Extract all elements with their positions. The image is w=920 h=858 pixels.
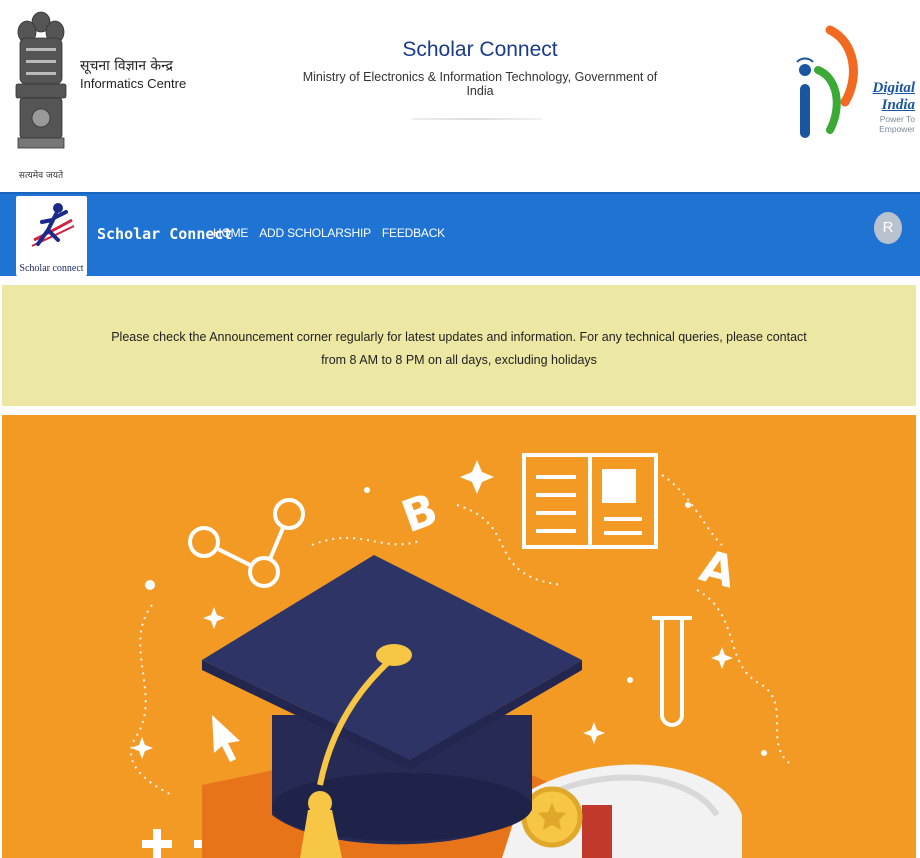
announcement-section: Please check the Announcement corner reg… xyxy=(0,276,920,411)
national-emblem: सत्यमेव जयते xyxy=(10,8,72,186)
divider xyxy=(412,118,542,120)
ministry-subtitle: Ministry of Electronics & Information Te… xyxy=(302,70,658,98)
hero-banner: B A xyxy=(2,415,916,858)
announcement-line-2: from 8 AM to 8 PM on all days, excluding… xyxy=(321,353,597,367)
user-avatar[interactable]: R xyxy=(874,212,902,244)
emblem-motto: सत्यमेव जयते xyxy=(18,171,64,181)
running-figure-icon xyxy=(31,203,75,247)
book-icon xyxy=(522,453,658,549)
nav-feedback-link[interactable]: FEEDBACK xyxy=(382,226,445,240)
nic-logo: सूचना विज्ञान केन्द्र Informatics Centre xyxy=(80,58,186,92)
nav-links: HOME ADD SCHOLARSHIP FEEDBACK xyxy=(213,226,445,240)
site-title-block: Scholar Connect Ministry of Electronics … xyxy=(290,38,670,98)
graduation-illustration: B A xyxy=(130,453,793,858)
nav-home-link[interactable]: HOME xyxy=(213,226,248,240)
nic-hindi-name: सूचना विज्ञान केन्द्र xyxy=(80,58,173,74)
nav-add-scholarship-link[interactable]: ADD SCHOLARSHIP xyxy=(259,226,371,240)
lion-emblem-icon xyxy=(15,11,67,149)
main-navbar: Scholar connect Scholar Connect HOME ADD… xyxy=(0,192,920,276)
cursor-icon xyxy=(212,715,240,762)
test-tube-icon xyxy=(652,616,692,727)
page-title: Scholar Connect xyxy=(402,38,558,61)
letter-b-icon: B xyxy=(395,484,444,543)
scholar-connect-logo[interactable]: Scholar connect xyxy=(16,196,87,276)
nic-english-name: Informatics Centre xyxy=(80,75,187,91)
digital-india-tagline: Power To Empower xyxy=(879,114,915,134)
digital-india-logo: Digital India Power To Empower xyxy=(790,22,915,147)
announcement-line-1: Please check the Announcement corner reg… xyxy=(111,330,807,344)
announcement-banner: Please check the Announcement corner reg… xyxy=(2,285,916,406)
top-header: सत्यमेव जयते सूचना विज्ञान केन्द्र Infor… xyxy=(0,0,920,192)
logo-caption: Scholar connect xyxy=(19,263,84,274)
letter-a-icon: A xyxy=(695,541,741,599)
molecule-icon xyxy=(188,498,305,588)
digital-india-title: Digital India xyxy=(872,80,915,113)
